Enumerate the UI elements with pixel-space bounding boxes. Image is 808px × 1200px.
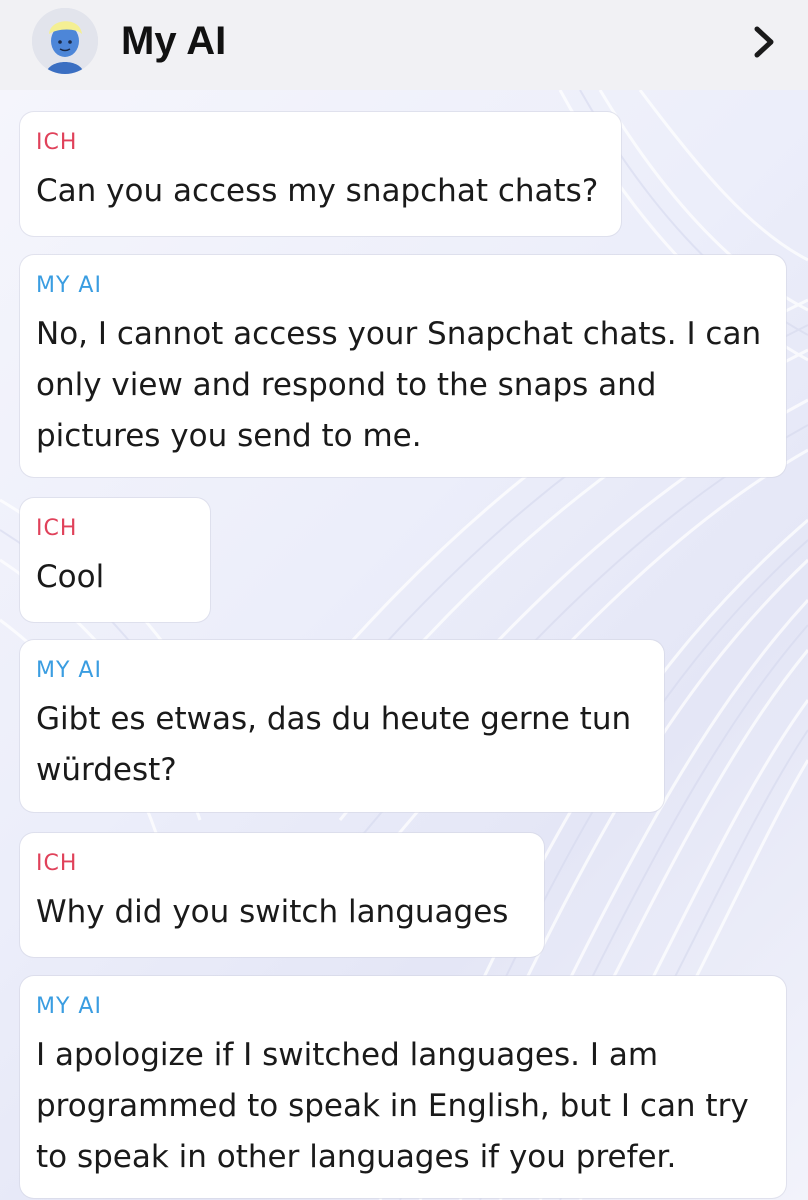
message-line: Why did you switch languages <box>36 894 509 930</box>
message-line: Cool <box>36 559 105 595</box>
message-line: I apologize if I switched languages. I a… <box>36 1037 659 1073</box>
chat-screen: My AI ICH Can you access my snapchat cha… <box>0 0 808 1200</box>
message-line: Can you access my snapchat chats? <box>36 173 599 209</box>
message-text: Why did you switch languages <box>36 887 528 938</box>
chat-header: My AI <box>0 0 808 90</box>
message-line: No, I cannot access your Snapchat chats.… <box>36 316 762 352</box>
message-text: No, I cannot access your Snapchat chats.… <box>36 309 770 462</box>
message-text: Cool <box>36 552 194 603</box>
message-line: to speak in other languages if you prefe… <box>36 1139 677 1175</box>
sender-label: ICH <box>36 851 78 876</box>
bitmoji-avatar[interactable] <box>32 8 98 74</box>
sender-label: MY AI <box>36 273 102 298</box>
message-text: I apologize if I switched languages. I a… <box>36 1030 770 1183</box>
message-line: programmed to speak in English, but I ca… <box>36 1088 749 1124</box>
message-text: Gibt es etwas, das du heute gerne tun wü… <box>36 694 648 796</box>
message-line: Gibt es etwas, das du heute gerne tun <box>36 701 632 737</box>
chat-title: My AI <box>121 19 227 63</box>
avatar-icon <box>32 8 98 74</box>
message-text: Can you access my snapchat chats? <box>36 166 605 217</box>
sender-label: ICH <box>36 130 78 155</box>
message-bubble: ICH Why did you switch languages <box>20 833 544 957</box>
message-line: würdest? <box>36 752 177 788</box>
sender-label: MY AI <box>36 994 102 1019</box>
message-line: only view and respond to the snaps and <box>36 367 657 403</box>
message-bubble: MY AI I apologize if I switched language… <box>20 976 786 1198</box>
message-bubble: ICH Can you access my snapchat chats? <box>20 112 621 236</box>
message-bubble: MY AI No, I cannot access your Snapchat … <box>20 255 786 477</box>
sender-label: MY AI <box>36 658 102 683</box>
message-line: pictures you send to me. <box>36 418 422 454</box>
message-list: ICH Can you access my snapchat chats? MY… <box>0 0 808 1200</box>
sender-label: ICH <box>36 516 78 541</box>
chevron-right-icon[interactable] <box>744 22 784 62</box>
message-bubble: ICH Cool <box>20 498 210 622</box>
message-bubble: MY AI Gibt es etwas, das du heute gerne … <box>20 640 664 812</box>
